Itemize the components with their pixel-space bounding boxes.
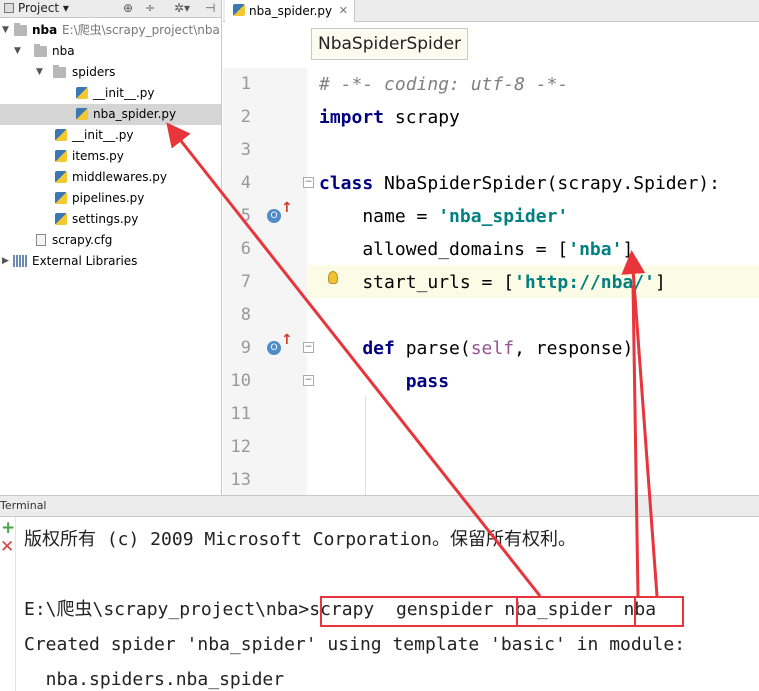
arrow-to-nba-spider-file bbox=[166, 122, 542, 597]
annotation-arrows bbox=[166, 122, 659, 597]
